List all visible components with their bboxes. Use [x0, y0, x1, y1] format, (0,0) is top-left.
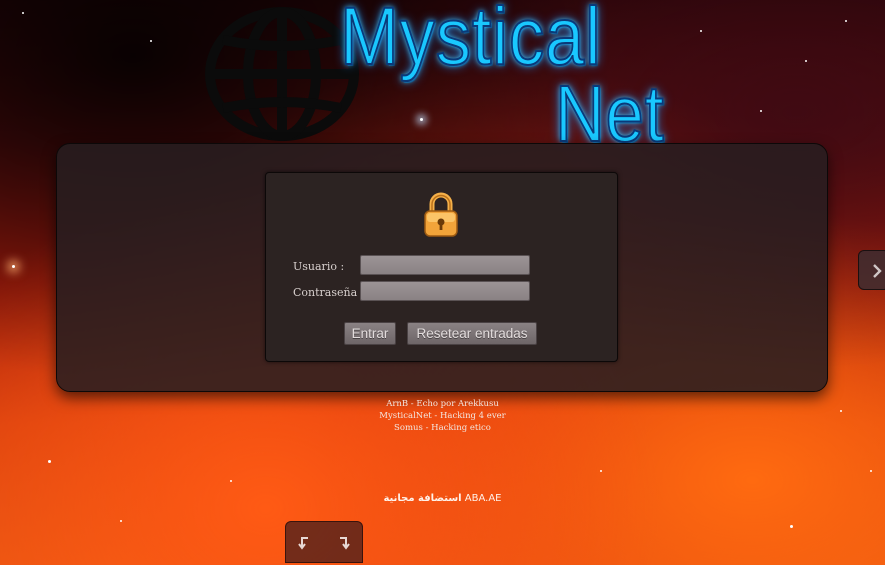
- credits-footer: ArnB - Echo por Arekkusu MysticalNet - H…: [0, 398, 885, 434]
- password-input[interactable]: [360, 281, 530, 301]
- reset-fields-button[interactable]: Resetear entradas: [407, 322, 537, 345]
- username-label: Usuario :: [293, 260, 345, 273]
- hosting-arabic-text: استضافة مجانية: [383, 493, 462, 504]
- bottom-nav-bar: [285, 521, 363, 563]
- lock-icon: [424, 192, 458, 237]
- hosting-link[interactable]: استضافة مجانية ABA.AE: [0, 493, 885, 504]
- undo-arrow-icon[interactable]: [296, 535, 312, 551]
- username-input[interactable]: [360, 255, 530, 275]
- chevron-right-icon: [873, 264, 882, 278]
- globe-icon: [205, 7, 359, 141]
- next-slide-button[interactable]: [858, 250, 885, 290]
- login-submit-button[interactable]: Entrar: [344, 322, 396, 345]
- redo-arrow-icon[interactable]: [336, 535, 352, 551]
- credit-line: ArnB - Echo por Arekkusu: [386, 399, 499, 409]
- password-label: Contraseña :: [293, 286, 365, 299]
- credit-line: Somus - Hacking etico: [394, 423, 491, 433]
- hosting-domain: ABA.AE: [464, 493, 502, 504]
- credit-line: MysticalNet - Hacking 4 ever: [379, 411, 506, 421]
